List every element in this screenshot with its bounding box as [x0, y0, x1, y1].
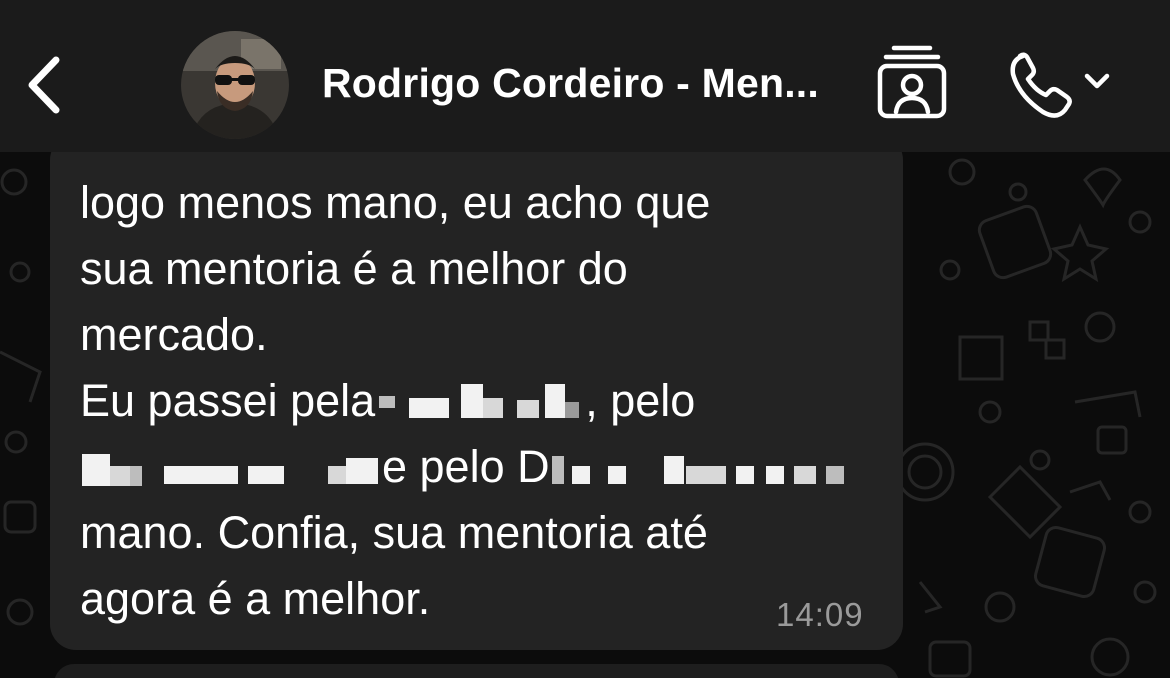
- message-line: logo menos mano, eu acho que: [80, 177, 711, 228]
- call-button[interactable]: [1003, 46, 1119, 122]
- redacted-text: [80, 448, 382, 492]
- message-line: agora é a melhor.: [80, 573, 431, 624]
- redacted-text: [375, 382, 585, 426]
- message-line: Eu passei pela , pelo: [80, 368, 695, 434]
- avatar-image: [181, 31, 289, 139]
- next-message-bubble-partial: [54, 664, 899, 678]
- back-button[interactable]: [18, 50, 74, 120]
- message-line: sua mentoria é a melhor do: [80, 243, 628, 294]
- message-text: Eu passei pela: [80, 375, 376, 426]
- message-line: e pelo D: [80, 434, 868, 500]
- contact-avatar[interactable]: [181, 31, 289, 139]
- redacted-text: [550, 448, 868, 492]
- phone-icon: [1010, 52, 1110, 118]
- contact-card-button[interactable]: [872, 40, 952, 124]
- message-line: mano. Confia, sua mentoria até: [80, 507, 708, 558]
- contact-card-icon: [877, 45, 947, 119]
- message-timestamp: 14:09: [776, 596, 864, 633]
- chat-screen: logo menos mano, eu acho que sua mentori…: [0, 0, 1170, 678]
- contact-name[interactable]: Rodrigo Cordeiro - Men...: [322, 60, 842, 107]
- message-text: e pelo D: [382, 441, 550, 492]
- chevron-down-icon: [1084, 73, 1110, 89]
- message-text: , pelo: [585, 375, 696, 426]
- chat-header: Rodrigo Cordeiro - Men...: [0, 0, 1170, 152]
- message-line: mercado.: [80, 309, 268, 360]
- chevron-left-icon: [28, 56, 60, 114]
